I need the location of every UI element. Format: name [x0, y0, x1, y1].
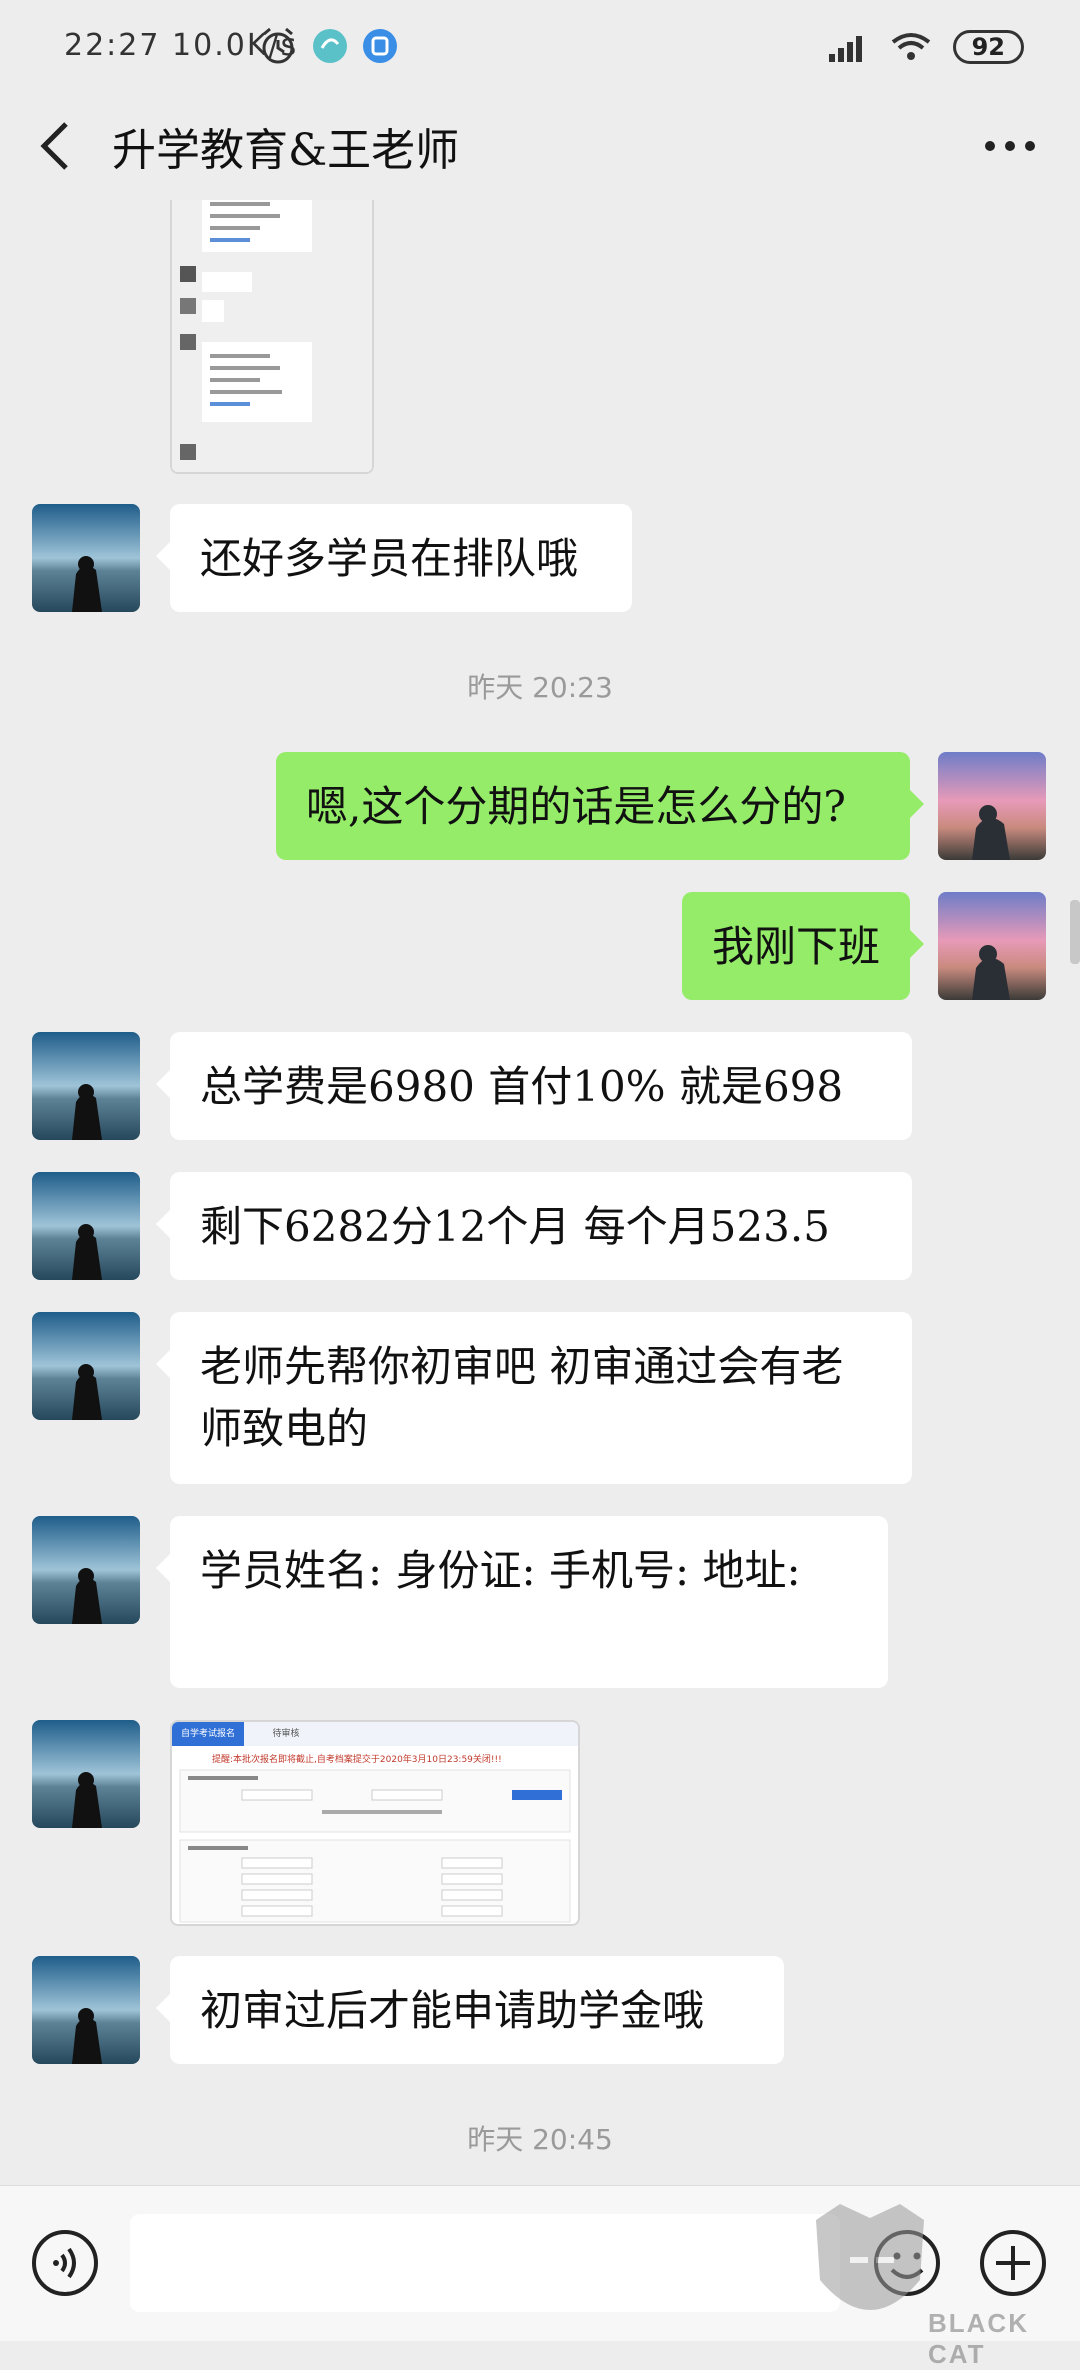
avatar-image	[32, 1032, 140, 1140]
signal-icon	[828, 36, 862, 62]
message-text: 学员姓名: 身份证: 手机号: 地址:	[200, 1546, 801, 1595]
contact-avatar[interactable]	[32, 1312, 140, 1420]
contact-avatar[interactable]	[32, 1172, 140, 1280]
message-bubble[interactable]: 老师先帮你初审吧 初审通过会有老师致电的	[156, 1312, 912, 1484]
message-text: 嗯,这个分期的话是怎么分的?	[306, 782, 846, 831]
screenshot-thumbnail	[172, 200, 372, 472]
watermark-logo: BLACK CAT	[810, 2200, 1080, 2369]
my-avatar[interactable]	[938, 752, 1046, 860]
avatar-image	[32, 504, 140, 612]
wifi-icon	[891, 33, 930, 60]
avatar-image	[938, 752, 1046, 860]
message-bubble[interactable]: 剩下6282分12个月 每个月523.5	[156, 1172, 912, 1280]
contact-avatar[interactable]	[32, 1032, 140, 1140]
status-right: 92	[828, 30, 1024, 64]
sent-message-bubble[interactable]: 嗯,这个分期的话是怎么分的?	[276, 752, 924, 860]
message-text: 初审过后才能申请助学金哦	[200, 1986, 705, 2035]
contact-avatar[interactable]	[32, 1720, 140, 1828]
avatar-image	[938, 892, 1046, 1000]
cat-logo-icon	[816, 2204, 924, 2310]
chat-area[interactable]: 还好多学员在排队哦 昨天 20:23 嗯,这个分期的话是怎么分的? 我刚下班 总…	[0, 200, 1080, 2185]
voice-icon[interactable]	[30, 2228, 100, 2298]
avatar-image	[32, 1956, 140, 2064]
alarm-icon	[262, 27, 294, 64]
message-text: 剩下6282分12个月 每个月523.5	[200, 1202, 830, 1251]
battery-indicator: 92	[952, 30, 1024, 64]
timestamp: 昨天 20:45	[467, 2123, 613, 2156]
message-text: 还好多学员在排队哦	[200, 534, 579, 583]
sent-message-bubble[interactable]: 我刚下班	[682, 892, 924, 1000]
chat-header: 升学教育&王老师	[0, 90, 1080, 200]
message-bubble[interactable]: 初审过后才能申请助学金哦	[156, 1956, 784, 2064]
avatar-image	[32, 1516, 140, 1624]
status-bar: 22:27 10.0K/s 92	[0, 0, 1080, 90]
message-input[interactable]	[130, 2214, 840, 2312]
chat-image-screenshot[interactable]	[170, 200, 374, 474]
chat-image-form[interactable]: 自学考试报名 待审核 提醒:本批次报名即将截止,自考档案提交于2020年3月10…	[170, 1720, 580, 1926]
my-avatar[interactable]	[938, 892, 1046, 1000]
form-fields-graphic	[179, 1769, 571, 1923]
app-badge-icon	[363, 29, 397, 63]
app-notification-icon	[313, 29, 347, 63]
form-tab: 待审核	[272, 1729, 300, 1739]
scroll-indicator[interactable]	[1070, 900, 1080, 964]
message-bubble[interactable]: 总学费是6980 首付10% 就是698	[156, 1032, 912, 1140]
form-tabbar: 自学考试报名 待审核	[172, 1722, 578, 1746]
timestamp: 昨天 20:23	[467, 671, 613, 704]
form-notice: 提醒:本批次报名即将截止,自考档案提交于2020年3月10日23:59关闭!!!	[212, 1755, 502, 1765]
avatar-image	[32, 1720, 140, 1828]
message-bubble[interactable]: 学员姓名: 身份证: 手机号: 地址:	[156, 1516, 888, 1688]
more-icon[interactable]	[980, 126, 1040, 166]
message-text: 总学费是6980 首付10% 就是698	[200, 1062, 844, 1111]
contact-avatar[interactable]	[32, 1516, 140, 1624]
message-bubble[interactable]: 还好多学员在排队哦	[156, 504, 632, 612]
chat-title: 升学教育&王老师	[112, 125, 460, 176]
message-text: 老师先帮你初审吧 初审通过会有老师致电的	[200, 1342, 844, 1453]
contact-avatar[interactable]	[32, 504, 140, 612]
clock-text: 22:27	[64, 28, 161, 63]
message-text: 我刚下班	[712, 922, 881, 971]
contact-avatar[interactable]	[32, 1956, 140, 2064]
back-icon[interactable]	[36, 118, 76, 174]
form-tab-active: 自学考试报名	[172, 1722, 244, 1746]
avatar-image	[32, 1172, 140, 1280]
watermark-text: BLACK CAT	[928, 2308, 1029, 2369]
avatar-image	[32, 1312, 140, 1420]
